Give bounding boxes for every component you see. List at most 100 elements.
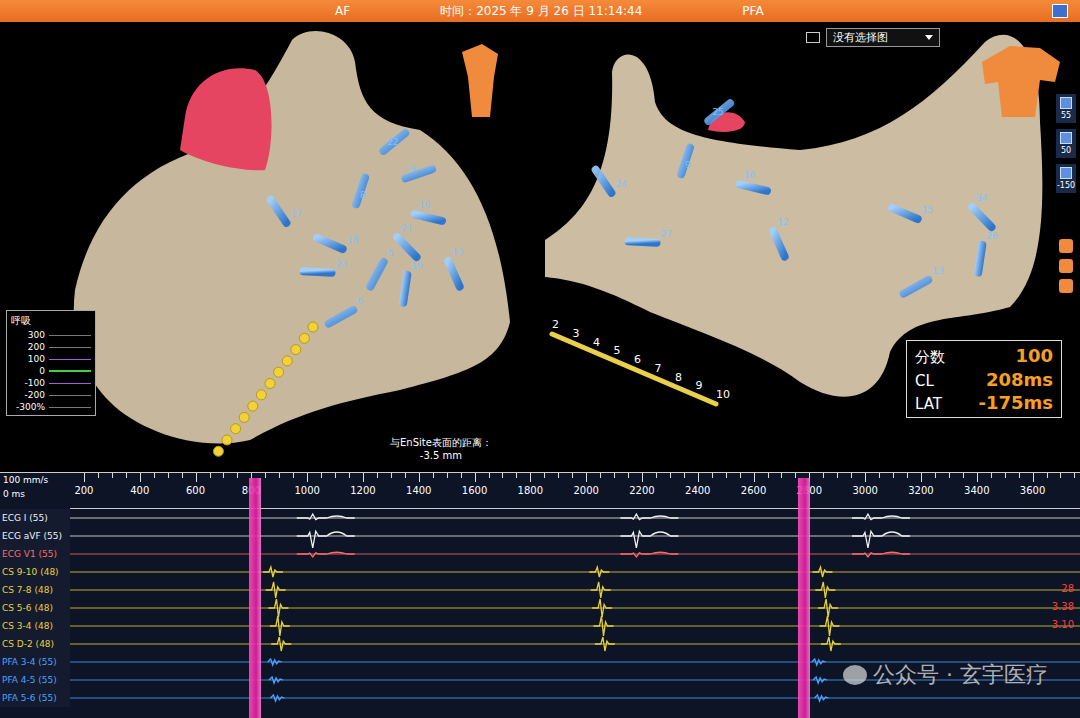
lesion-marker[interactable] (403, 275, 407, 303)
lesion-marker[interactable] (892, 208, 918, 219)
trace-svg (70, 545, 1080, 563)
channel-row[interactable]: CS 9-10 (48) (0, 563, 1080, 581)
toolbar-control[interactable]: 50 (1056, 129, 1076, 158)
rhythm-label: AF (335, 4, 350, 18)
lesion-marker[interactable] (972, 207, 992, 227)
lesion-marker[interactable] (271, 200, 287, 223)
lesion-marker[interactable] (370, 262, 383, 287)
toolbar-value: 55 (1061, 111, 1071, 120)
channel-row[interactable]: PFA 5-6 (55) (0, 689, 1080, 707)
view-icon[interactable] (1059, 279, 1073, 293)
stat-label: CL (915, 372, 934, 390)
channel-reading: 3.38 (1052, 601, 1074, 612)
view-icon[interactable] (1059, 259, 1073, 273)
beat-waveform (818, 599, 838, 617)
lesion-marker[interactable] (383, 133, 405, 151)
beat-waveform (815, 695, 829, 701)
channel-label[interactable]: PFA 5-6 (55) (0, 689, 70, 707)
stat-value: 100 (1015, 345, 1053, 366)
respiration-tick: 100 (11, 354, 91, 364)
lesion-marker[interactable] (448, 261, 459, 287)
watermark: 公众号 · 玄宇医疗 (843, 660, 1048, 690)
lesion-label: 6 (357, 296, 363, 306)
channel-row[interactable]: CS D-2 (48) (0, 635, 1080, 653)
trace-svg (70, 617, 1080, 635)
beat-waveform (297, 531, 355, 548)
collapse-icon[interactable] (1052, 4, 1068, 18)
toolbar-control[interactable]: 55 (1056, 94, 1076, 123)
sweep-speed[interactable]: 100 mm/s (3, 475, 67, 485)
lesion-marker[interactable] (740, 184, 767, 190)
trace-svg (70, 581, 1080, 599)
view-icon[interactable] (1059, 239, 1073, 253)
channel-row[interactable]: ECG I (55) (0, 509, 1080, 527)
catheter-shaft[interactable] (552, 334, 716, 404)
channel-row[interactable]: CS 5-6 (48) 3.38 (0, 599, 1080, 617)
channel-trace (70, 527, 1080, 545)
lesion-label: 27 (660, 229, 671, 239)
lesion-label: 17 (290, 209, 301, 219)
channel-row[interactable]: ECG aVF (55) (0, 527, 1080, 545)
map-selector[interactable]: 没有选择图 (806, 28, 940, 47)
lesion-label: 21 (401, 223, 412, 233)
lesion-marker[interactable] (317, 238, 343, 249)
map-view[interactable]: 2123221917106815189534272526241613912152… (0, 22, 1080, 472)
slider-icon (1060, 132, 1072, 144)
lesion-label: 24 (615, 179, 627, 189)
lesion-marker[interactable] (978, 245, 982, 273)
lesion-marker[interactable] (708, 103, 730, 121)
lesion-marker[interactable] (397, 237, 417, 257)
channel-trace (70, 635, 1080, 653)
beat-waveform (813, 567, 833, 577)
channel-row[interactable]: CS 7-8 (48) 28 (0, 581, 1080, 599)
beat-waveform (595, 637, 615, 651)
lesion-label: 5 (388, 248, 394, 258)
stat-row: 分数 100 (915, 345, 1053, 367)
beat-waveform (821, 637, 841, 651)
layout-icon[interactable] (806, 32, 820, 43)
lesion-label: 25 (712, 107, 723, 117)
channel-label[interactable]: ECG V1 (55) (0, 545, 70, 563)
channel-reading: 28 (1061, 583, 1074, 594)
lesion-marker[interactable] (773, 231, 784, 257)
lesion-label: 16 (744, 170, 756, 180)
channel-label[interactable]: CS 3-4 (48) (0, 617, 70, 635)
lesion-marker[interactable] (304, 271, 332, 273)
channel-label[interactable]: PFA 4-5 (55) (0, 671, 70, 689)
lesion-marker[interactable] (596, 170, 612, 193)
channel-label[interactable]: CS D-2 (48) (0, 635, 70, 653)
left-atrium-shape[interactable] (74, 31, 510, 444)
channel-label[interactable]: ECG aVF (55) (0, 527, 70, 545)
map-dropdown[interactable]: 没有选择图 (826, 28, 940, 47)
electrode-dot (265, 379, 275, 389)
beat-waveform (594, 616, 614, 636)
channel-label[interactable]: CS 5-6 (48) (0, 599, 70, 617)
time-ruler: 100 mm/s 0 ms 20040060080010001200140016… (0, 472, 1080, 509)
stat-label: LAT (915, 395, 942, 413)
appendage-left[interactable] (180, 68, 272, 170)
channel-row[interactable]: ECG V1 (55) (0, 545, 1080, 563)
time-tick: 3200 (908, 485, 933, 496)
electrode-label: 6 (634, 353, 641, 366)
lesion-marker[interactable] (904, 280, 928, 294)
lesion-label: 19 (411, 261, 423, 271)
channel-label[interactable]: ECG I (55) (0, 509, 70, 527)
lesion-marker[interactable] (415, 214, 442, 220)
electrode-dot (231, 424, 241, 434)
stats-box: 分数 100CL 208msLAT -175ms (906, 340, 1062, 418)
stat-value: -175ms (978, 392, 1053, 413)
lesion-label: 22 (387, 137, 398, 147)
trace-svg (70, 599, 1080, 617)
slider-icon (1060, 97, 1072, 109)
ensite-screen: AF 时间：2025 年 9 月 26 日 11:14:44 PFA 21232… (0, 0, 1080, 718)
channel-label[interactable]: PFA 3-4 (55) (0, 653, 70, 671)
channel-row[interactable]: CS 3-4 (48) 3.10 (0, 617, 1080, 635)
respiration-panel: 呼吸 300 200 100 0 -100 -200 -300% (6, 310, 96, 416)
lesion-marker[interactable] (329, 310, 353, 324)
channel-label[interactable]: CS 9-10 (48) (0, 563, 70, 581)
respiration-tick: 0 (11, 366, 91, 376)
channel-label[interactable]: CS 7-8 (48) (0, 581, 70, 599)
trace-svg (70, 689, 1080, 707)
lesion-marker[interactable] (629, 241, 657, 243)
toolbar-control[interactable]: -150 (1056, 164, 1076, 193)
